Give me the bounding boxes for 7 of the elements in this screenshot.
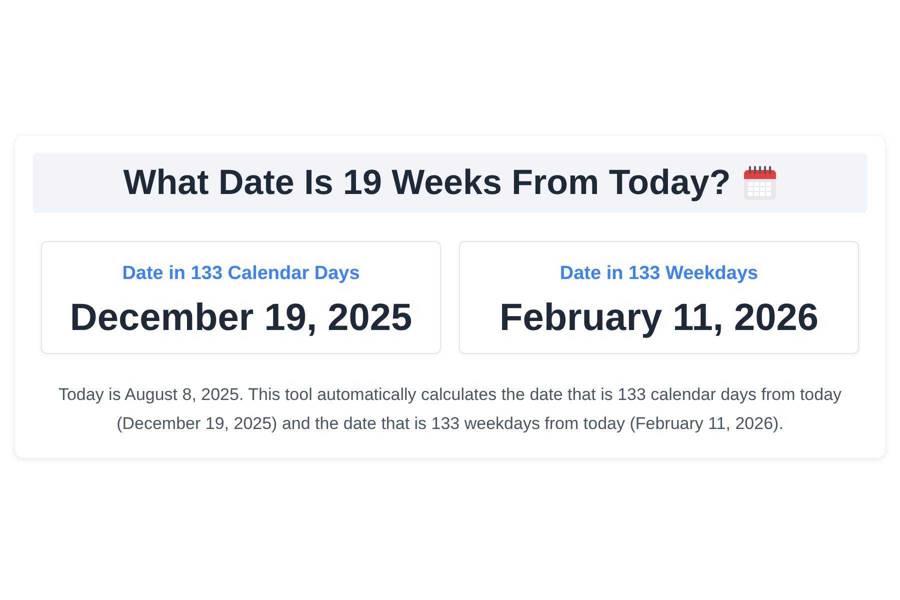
result-label: Date in 133 Weekdays (560, 262, 758, 286)
page-title: What Date Is 19 Weeks From Today? (123, 162, 731, 204)
result-label: Date in 133 Calendar Days (122, 262, 360, 286)
calendar-icon (742, 165, 777, 201)
result-date: December 19, 2025 (70, 296, 412, 340)
description-text: Today is August 8, 2025. This tool automatically calculates the date that is 133 calendar days from today (December 19, 2025) and the date that is 133 weekdays from today (February 11, 2026). (57, 384, 843, 435)
result-date: February 11, 2026 (500, 296, 818, 340)
